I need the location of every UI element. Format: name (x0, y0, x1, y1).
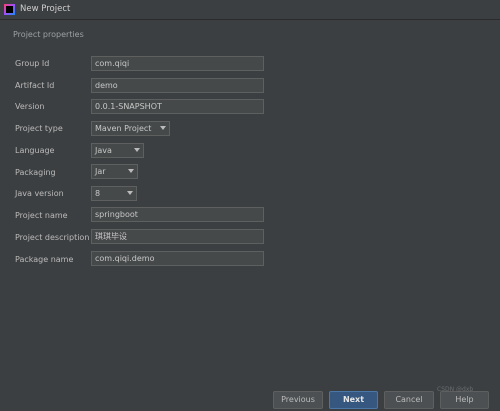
title-bar: New Project (0, 0, 500, 20)
java-version-select[interactable]: 8 (91, 186, 137, 201)
package-name-input[interactable]: com.qiqi.demo (91, 251, 264, 266)
language-value: Java (95, 146, 112, 155)
packaging-select[interactable]: Jar (91, 164, 138, 179)
cancel-button[interactable]: Cancel (384, 391, 434, 409)
group-id-label: Group Id (15, 59, 50, 68)
project-description-input[interactable]: 琪琪毕设 (91, 229, 264, 244)
language-select[interactable]: Java (91, 143, 144, 158)
chevron-down-icon (127, 191, 133, 195)
project-description-label: Project description (15, 233, 90, 242)
watermark: CSDN @dxb (437, 386, 474, 393)
java-version-value: 8 (95, 189, 101, 198)
java-version-label: Java version (15, 189, 64, 198)
project-type-value: Maven Project (95, 124, 152, 133)
intellij-idea-icon (4, 4, 15, 15)
version-input[interactable]: 0.0.1-SNAPSHOT (91, 99, 264, 114)
next-button[interactable]: Next (329, 391, 378, 409)
artifact-id-input[interactable]: demo (91, 78, 264, 93)
artifact-id-label: Artifact Id (15, 81, 55, 90)
chevron-down-icon (160, 126, 166, 130)
help-button[interactable]: Help (440, 391, 489, 409)
previous-button[interactable]: Previous (273, 391, 323, 409)
chevron-down-icon (134, 148, 140, 152)
group-id-input[interactable]: com.qiqi (91, 56, 264, 71)
packaging-label: Packaging (15, 168, 56, 177)
version-label: Version (15, 102, 45, 111)
project-name-label: Project name (15, 211, 68, 220)
package-name-label: Package name (15, 255, 74, 264)
section-title: Project properties (13, 30, 84, 39)
window-title: New Project (20, 4, 71, 14)
language-label: Language (15, 146, 55, 155)
project-type-label: Project type (15, 124, 63, 133)
packaging-value: Jar (95, 167, 106, 176)
project-name-input[interactable]: springboot (91, 207, 264, 222)
project-type-select[interactable]: Maven Project (91, 121, 170, 136)
chevron-down-icon (128, 169, 134, 173)
